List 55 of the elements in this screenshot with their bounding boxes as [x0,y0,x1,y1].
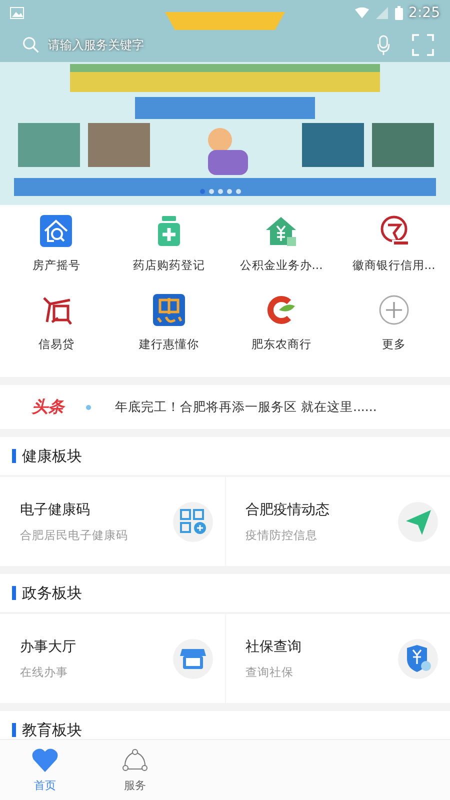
image-icon [10,7,24,19]
shop-icon [172,638,212,678]
page-dot[interactable] [218,189,223,194]
house-yuan-icon [265,215,298,247]
share-icon [122,748,148,772]
status-time: 2:25 [408,5,440,21]
signal-icon [374,7,389,19]
page-dot[interactable] [227,189,232,194]
heart-icon [32,748,58,772]
headline-link[interactable]: 年底完工！合肥将再添一服务区 就在这里...... [115,398,377,416]
service-item[interactable]: 更多 [338,294,450,373]
plus-icon [378,294,410,326]
tab[interactable]: 服务 [90,740,180,800]
service-card[interactable]: 社保查询 查询社保 [226,614,450,703]
card-title: 电子健康码 [20,500,91,518]
section-marker [12,586,16,600]
shield-yuan-icon [398,638,438,678]
page-dot[interactable] [236,189,241,194]
card-subtitle: 合肥居民电子健康码 [20,528,129,542]
paper-plane-icon [398,502,438,542]
headline-tag: 头条 [32,396,64,418]
section-marker [12,723,16,737]
card-subtitle: 疫情防控信息 [246,528,318,542]
card-subtitle: 查询社保 [246,664,294,680]
service-item[interactable]: 房产摇号 [0,215,112,294]
section-marker [12,449,16,463]
service-card[interactable]: 电子健康码 合肥居民电子健康码 [0,477,224,566]
credit-logo-icon [40,294,72,326]
card-subtitle: 在线办事 [20,664,69,680]
section-title: 教育板块 [22,720,82,739]
bullet-dot-icon [86,404,91,410]
service-item[interactable]: 公积金业务办... [225,215,338,294]
service-card[interactable]: 办事大厅 在线办事 [0,614,224,703]
search-field[interactable]: 请输入服务关键字 [48,38,369,52]
section-title: 健康板块 [22,446,82,466]
qr-code-icon [172,502,212,542]
card-title: 合肥疫情动态 [246,500,330,518]
wifi-icon [354,7,369,19]
service-item[interactable]: 信易贷 [0,294,112,373]
microphone-icon[interactable] [377,35,390,55]
page-dot[interactable] [209,189,214,194]
house-search-icon [40,215,72,247]
scan-icon[interactable] [412,34,434,56]
card-title: 办事大厅 [20,638,77,656]
rural-bank-logo-icon [265,294,298,326]
service-item[interactable]: 肥东农商行 [225,294,338,373]
search-icon[interactable] [22,36,40,54]
service-item[interactable]: 建行惠懂你 [112,294,225,373]
service-item[interactable]: 药店购药登记 [112,215,225,294]
page-dot[interactable] [200,189,205,194]
service-card[interactable]: 合肥疫情动态 疫情防控信息 [226,477,450,566]
hui-logo-icon [152,294,185,326]
service-item[interactable]: 徽商银行信用... [338,215,450,294]
card-title: 社保查询 [246,638,302,656]
section-title: 政务板块 [22,584,82,602]
